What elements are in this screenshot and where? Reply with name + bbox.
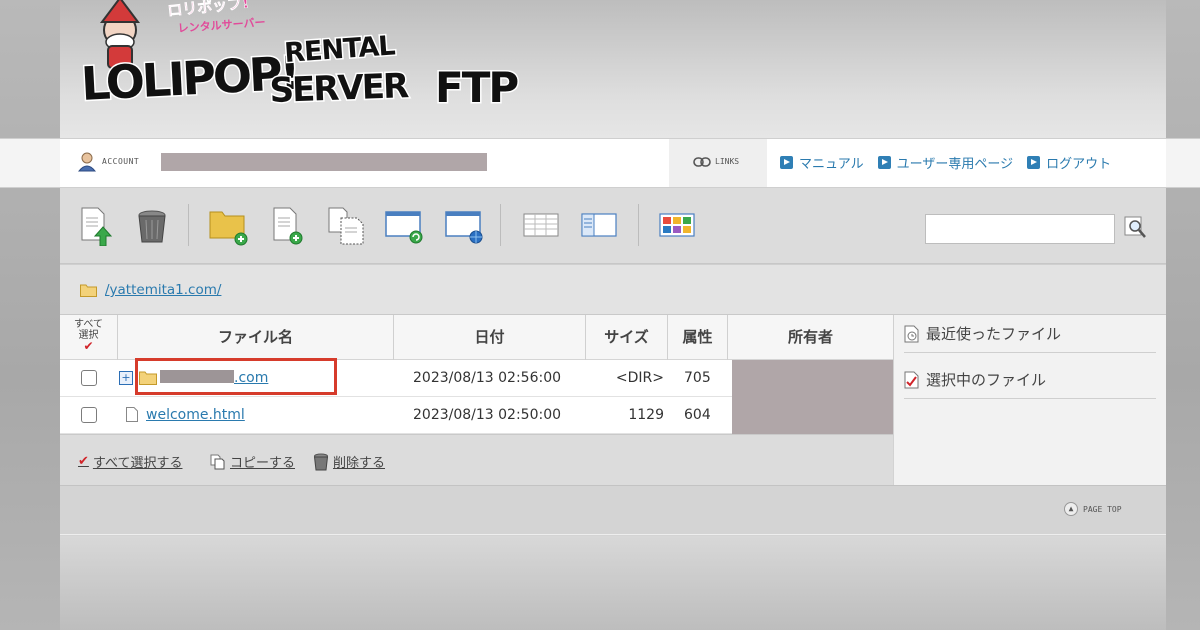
play-icon <box>780 156 793 169</box>
upload-icon[interactable] <box>76 206 116 246</box>
folder-icon <box>80 284 97 297</box>
col-header-date[interactable]: 日付 <box>394 315 586 360</box>
bulk-actions-bar: ✔ すべて選択する コピーする 削除する <box>60 434 893 485</box>
recent-files-item[interactable]: 最近使ったファイル <box>904 315 1156 353</box>
select-all-header[interactable]: すべて 選択 ✔ <box>60 315 118 360</box>
logout-link[interactable]: ログアウト <box>1027 153 1111 172</box>
nav-links: マニュアル ユーザー専用ページ ログアウト <box>780 153 1111 172</box>
refresh-view-icon[interactable] <box>384 206 424 246</box>
selected-file-icon <box>904 371 919 388</box>
col-header-size[interactable]: サイズ <box>586 315 668 360</box>
row-date: 2023/08/13 02:56:00 <box>413 370 562 386</box>
search-icon[interactable] <box>1124 216 1148 240</box>
account-value-redacted <box>161 153 487 171</box>
delete-label: 削除する <box>333 456 386 471</box>
trash-icon[interactable] <box>132 206 172 246</box>
file-list-panel: すべて 選択 ✔ ファイル名 日付 サイズ 属性 所有者 + .com 2023… <box>60 315 893 485</box>
play-icon <box>1027 156 1041 169</box>
logo-subtitle-bottom: レンタルサーバー <box>177 16 266 35</box>
toolbar-separator <box>500 204 501 246</box>
select-all-line1: すべて <box>74 319 103 330</box>
row-size: <DIR> <box>615 370 664 386</box>
footer-area <box>60 536 1166 630</box>
account-inner: ACCOUNT LINKS マニュアル ユーザー専用ページ ログアウト <box>60 139 1166 187</box>
manual-label: マニュアル <box>799 157 864 172</box>
user-page-label: ユーザー専用ページ <box>896 157 1014 172</box>
footer-bar: ▲ PAGE TOP <box>60 485 1166 535</box>
detail-view-icon[interactable] <box>580 206 620 246</box>
highlight-box <box>135 358 337 395</box>
lolipop-logo[interactable]: ロリポップ! レンタルサーバー LOLIPOP! RENTAL SERVER F… <box>80 0 580 130</box>
list-view-icon[interactable] <box>522 206 562 246</box>
toolbar-separator <box>638 204 639 246</box>
trash-icon <box>313 453 329 470</box>
thumbnail-view-icon[interactable] <box>658 206 698 246</box>
file-icon <box>126 407 138 422</box>
col-header-name[interactable]: ファイル名 <box>118 315 394 360</box>
manual-link[interactable]: マニュアル <box>780 153 864 172</box>
row-checkbox[interactable] <box>81 407 97 423</box>
copy-icon <box>210 454 225 469</box>
row-size: 1129 <box>628 407 664 423</box>
header: ロリポップ! レンタルサーバー LOLIPOP! RENTAL SERVER F… <box>60 0 1166 138</box>
links-box: LINKS <box>669 139 767 187</box>
account-bar: ACCOUNT LINKS マニュアル ユーザー専用ページ ログアウト <box>0 138 1200 188</box>
row-attr[interactable]: 705 <box>684 370 711 386</box>
logout-label: ログアウト <box>1046 157 1112 172</box>
new-file-icon[interactable] <box>268 206 308 246</box>
user-page-link[interactable]: ユーザー専用ページ <box>877 153 1014 172</box>
copy-files-icon[interactable] <box>326 206 366 246</box>
copy-label: コピーする <box>230 456 296 471</box>
toolbar <box>60 188 1166 264</box>
recent-files-label: 最近使ったファイル <box>926 325 1062 343</box>
row-date: 2023/08/13 02:50:00 <box>413 407 562 423</box>
logo-rental: RENTAL <box>283 30 396 69</box>
col-header-owner[interactable]: 所有者 <box>728 315 893 360</box>
owner-redacted <box>732 360 893 434</box>
logo-ftp: FTP <box>435 63 518 112</box>
file-name-link[interactable]: welcome.html <box>146 407 245 423</box>
account-label: ACCOUNT <box>102 157 140 166</box>
delete-link[interactable]: 削除する <box>313 452 385 471</box>
user-icon <box>78 152 96 172</box>
play-icon <box>877 156 891 169</box>
expand-icon[interactable]: + <box>119 371 133 385</box>
selected-files-label: 選択中のファイル <box>926 371 1047 389</box>
page-top-label: PAGE TOP <box>1083 504 1122 514</box>
recent-file-icon <box>904 325 919 342</box>
app-frame: ロリポップ! レンタルサーバー LOLIPOP! RENTAL SERVER F… <box>0 0 1200 630</box>
checkmark-icon: ✔ <box>83 339 94 353</box>
selected-files-item[interactable]: 選択中のファイル <box>904 361 1156 399</box>
col-header-attr[interactable]: 属性 <box>668 315 728 360</box>
page-top-link[interactable]: ▲ PAGE TOP <box>1064 502 1122 516</box>
arrow-up-icon: ▲ <box>1064 502 1078 516</box>
table-header: すべて 選択 ✔ ファイル名 日付 サイズ 属性 所有者 <box>60 315 893 360</box>
right-panel: 最近使ったファイル 選択中のファイル <box>894 315 1166 485</box>
path-bar: /yattemita1.com/ <box>60 265 1166 315</box>
select-all-link[interactable]: ✔ すべて選択する <box>78 452 182 471</box>
checkmark-icon: ✔ <box>78 454 89 469</box>
toolbar-separator <box>188 204 189 246</box>
link-icon <box>693 157 711 167</box>
new-folder-icon[interactable] <box>208 206 248 246</box>
web-view-icon[interactable] <box>444 206 484 246</box>
current-path-link[interactable]: /yattemita1.com/ <box>105 282 221 298</box>
links-label: LINKS <box>715 157 740 166</box>
search-input[interactable] <box>925 214 1115 244</box>
select-all-label: すべて選択する <box>92 456 183 471</box>
row-attr[interactable]: 604 <box>684 407 711 423</box>
row-checkbox[interactable] <box>81 370 97 386</box>
logo-server: SERVER <box>269 66 410 111</box>
copy-link[interactable]: コピーする <box>210 452 295 471</box>
logo-lolipop: LOLIPOP! <box>80 46 299 111</box>
